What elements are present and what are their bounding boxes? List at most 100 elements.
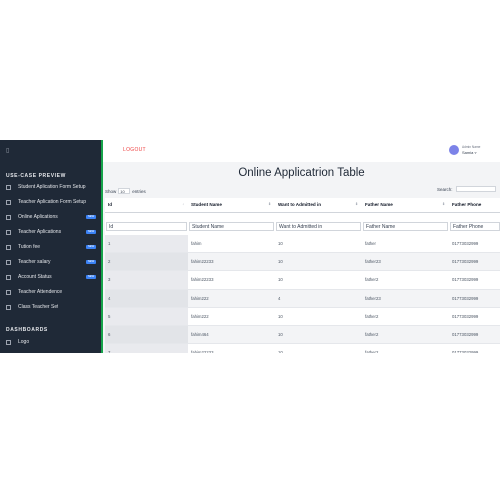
table-cell: 6 bbox=[105, 325, 188, 345]
checkbox-icon bbox=[6, 229, 11, 235]
table-row[interactable]: 5 fahim222 10 father2 01773032999 bbox=[105, 307, 500, 326]
checkbox-icon bbox=[6, 199, 11, 205]
column-header-label: Student Name bbox=[191, 202, 222, 208]
logout-link[interactable]: LOGOUT bbox=[123, 147, 146, 153]
entries-label: entries bbox=[132, 188, 146, 194]
admin-menu[interactable]: Admin Name Samia ▿ bbox=[449, 145, 480, 155]
table-row[interactable]: 3 fahim22233 10 father2 01773032999 bbox=[105, 270, 500, 290]
table-cell: 2 bbox=[105, 252, 188, 272]
checkbox-icon bbox=[6, 339, 11, 345]
new-badge: NEW bbox=[86, 229, 97, 234]
sidebar-item-teacher-application-form-setup[interactable]: Teacher Aplication Form Setup bbox=[6, 197, 101, 207]
sidebar-item-student-application-form-setup[interactable]: Student Aplication Form Setup bbox=[6, 182, 101, 192]
checkbox-icon bbox=[6, 274, 11, 280]
filter-input-father-name[interactable] bbox=[363, 222, 448, 231]
column-header-father-phone[interactable]: Father Phone bbox=[449, 198, 500, 213]
table-cell: 10 bbox=[275, 252, 362, 272]
column-header-id[interactable]: Id ↓ bbox=[105, 198, 188, 213]
column-header-want-to-admitted-in[interactable]: Want to Admitted in ⇕ bbox=[275, 198, 362, 213]
table-cell: 01773032999 bbox=[449, 325, 500, 345]
sidebar-item-label: Teacher salary bbox=[18, 259, 51, 265]
column-header-label: Father Name bbox=[365, 202, 393, 208]
filter-input-want-to-admitted-in[interactable] bbox=[276, 222, 361, 231]
sidebar-item-label: Teacher Aplication Form Setup bbox=[18, 199, 87, 205]
table-search: Search: bbox=[437, 186, 496, 192]
sidebar-item-label: Logo bbox=[18, 339, 30, 345]
sidebar-item-teacher-applications[interactable]: Teacher Aplications NEW bbox=[6, 227, 101, 237]
checkbox-icon bbox=[6, 289, 11, 295]
table-cell: 01773032999 bbox=[449, 270, 500, 290]
filter-input-id[interactable] bbox=[106, 222, 187, 231]
page-title: Online Applicatrion Table bbox=[238, 167, 365, 179]
table-header-row: Id ↓ Student Name ⇕ Want to Admitted in ⇕ F… bbox=[105, 198, 500, 213]
sidebar-item-label: Teacher Attendence bbox=[18, 289, 63, 295]
table-cell: 10 bbox=[275, 234, 362, 254]
entries-select[interactable]: 10 bbox=[118, 188, 131, 194]
filter-row bbox=[105, 212, 500, 235]
app-window: ▯ USE-CASE PREVIEW Student Aplication Fo… bbox=[0, 140, 500, 353]
filter-input-father-phone[interactable] bbox=[450, 222, 500, 231]
sidebar-item-account-status[interactable]: Account Status NEW bbox=[6, 272, 101, 282]
sidebar-item-teacher-salary[interactable]: Teacher salary NEW bbox=[6, 257, 101, 267]
table-cell: 4 bbox=[105, 289, 188, 308]
sidebar-item-logo[interactable]: Logo bbox=[6, 337, 101, 347]
new-badge: NEW bbox=[86, 274, 97, 279]
admin-name-label[interactable]: Samia ▿ bbox=[462, 150, 480, 155]
sort-icon: ⇕ bbox=[268, 202, 271, 206]
table-cell: 10 bbox=[275, 325, 362, 345]
sidebar-item-label: Class Teacher Set bbox=[18, 304, 59, 310]
table-cell: 10 bbox=[275, 270, 362, 290]
table-row[interactable]: 2 fahim22233 10 father23 01773032999 bbox=[105, 252, 500, 272]
sidebar: ▯ USE-CASE PREVIEW Student Aplication Fo… bbox=[0, 140, 103, 353]
table-row[interactable]: 1 fahim 10 father 01773032999 bbox=[105, 234, 500, 254]
table-cell: fahim464 bbox=[188, 325, 275, 345]
table-cell: fahim22233 bbox=[188, 343, 275, 353]
table-row[interactable]: 4 fahim222 4 father23 01773032999 bbox=[105, 289, 500, 308]
checkbox-icon bbox=[6, 244, 11, 250]
filter-input-student-name[interactable] bbox=[189, 222, 274, 231]
column-header-label: Father Phone bbox=[452, 202, 482, 208]
column-header-father-name[interactable]: Father Name ⇕ bbox=[362, 198, 449, 213]
sidebar-item-label: Account Status bbox=[18, 274, 52, 280]
table-cell: father2 bbox=[362, 325, 449, 345]
avatar[interactable] bbox=[449, 145, 459, 155]
table-row[interactable]: 6 fahim464 10 father2 01773032999 bbox=[105, 325, 500, 345]
new-badge: NEW bbox=[86, 259, 97, 264]
sidebar-item-tution-fee[interactable]: Tution fee NEW bbox=[6, 242, 101, 252]
table-cell: fahim222 bbox=[188, 307, 275, 326]
sort-icon: ⇕ bbox=[442, 202, 445, 206]
column-header-student-name[interactable]: Student Name ⇕ bbox=[188, 198, 275, 213]
table-cell: 01773032999 bbox=[449, 289, 500, 308]
sidebar-section-use-case: USE-CASE PREVIEW bbox=[6, 173, 66, 179]
search-input[interactable] bbox=[455, 186, 496, 192]
main-content: Online Applicatrion Table Show 10 entrie… bbox=[103, 162, 500, 353]
table-cell: father2 bbox=[362, 307, 449, 326]
show-label: Show bbox=[105, 188, 117, 194]
top-bar: LOGOUT Admin Name Samia ▿ bbox=[103, 140, 500, 162]
table-cell: 01773032999 bbox=[449, 343, 500, 353]
table-row[interactable]: 7 fahim22233 10 father2 01773032999 bbox=[105, 343, 500, 353]
checkbox-icon bbox=[6, 259, 11, 265]
table-cell: father23 bbox=[362, 289, 449, 308]
table-cell: father2 bbox=[362, 343, 449, 353]
table-cell: 01773032999 bbox=[449, 234, 500, 254]
column-header-label: Want to Admitted in bbox=[278, 202, 322, 208]
sidebar-item-online-applications[interactable]: Online Aplications NEW bbox=[6, 212, 101, 222]
sidebar-item-teacher-attendence[interactable]: Teacher Attendence bbox=[6, 287, 101, 297]
table-cell: 01773032999 bbox=[449, 307, 500, 326]
table-cell: 1 bbox=[105, 234, 188, 254]
sort-icon: ⇕ bbox=[355, 202, 358, 206]
table-cell: fahim22233 bbox=[188, 252, 275, 272]
menu-toggle-icon[interactable]: ▯ bbox=[6, 148, 12, 154]
checkbox-icon bbox=[6, 214, 11, 220]
table-cell: father2 bbox=[362, 270, 449, 290]
admin-info: Admin Name Samia ▿ bbox=[462, 145, 480, 155]
sidebar-section-dashboards: DASHBOARDS bbox=[6, 327, 48, 333]
table-cell: fahim222 bbox=[188, 289, 275, 308]
table-cell: 7 bbox=[105, 343, 188, 353]
sidebar-item-class-teacher-set[interactable]: Class Teacher Set bbox=[6, 302, 101, 312]
column-header-label: Id bbox=[108, 202, 113, 208]
table-cell: 10 bbox=[275, 307, 362, 326]
sort-desc-icon: ↓ bbox=[182, 202, 184, 206]
table-cell: 3 bbox=[105, 270, 188, 290]
